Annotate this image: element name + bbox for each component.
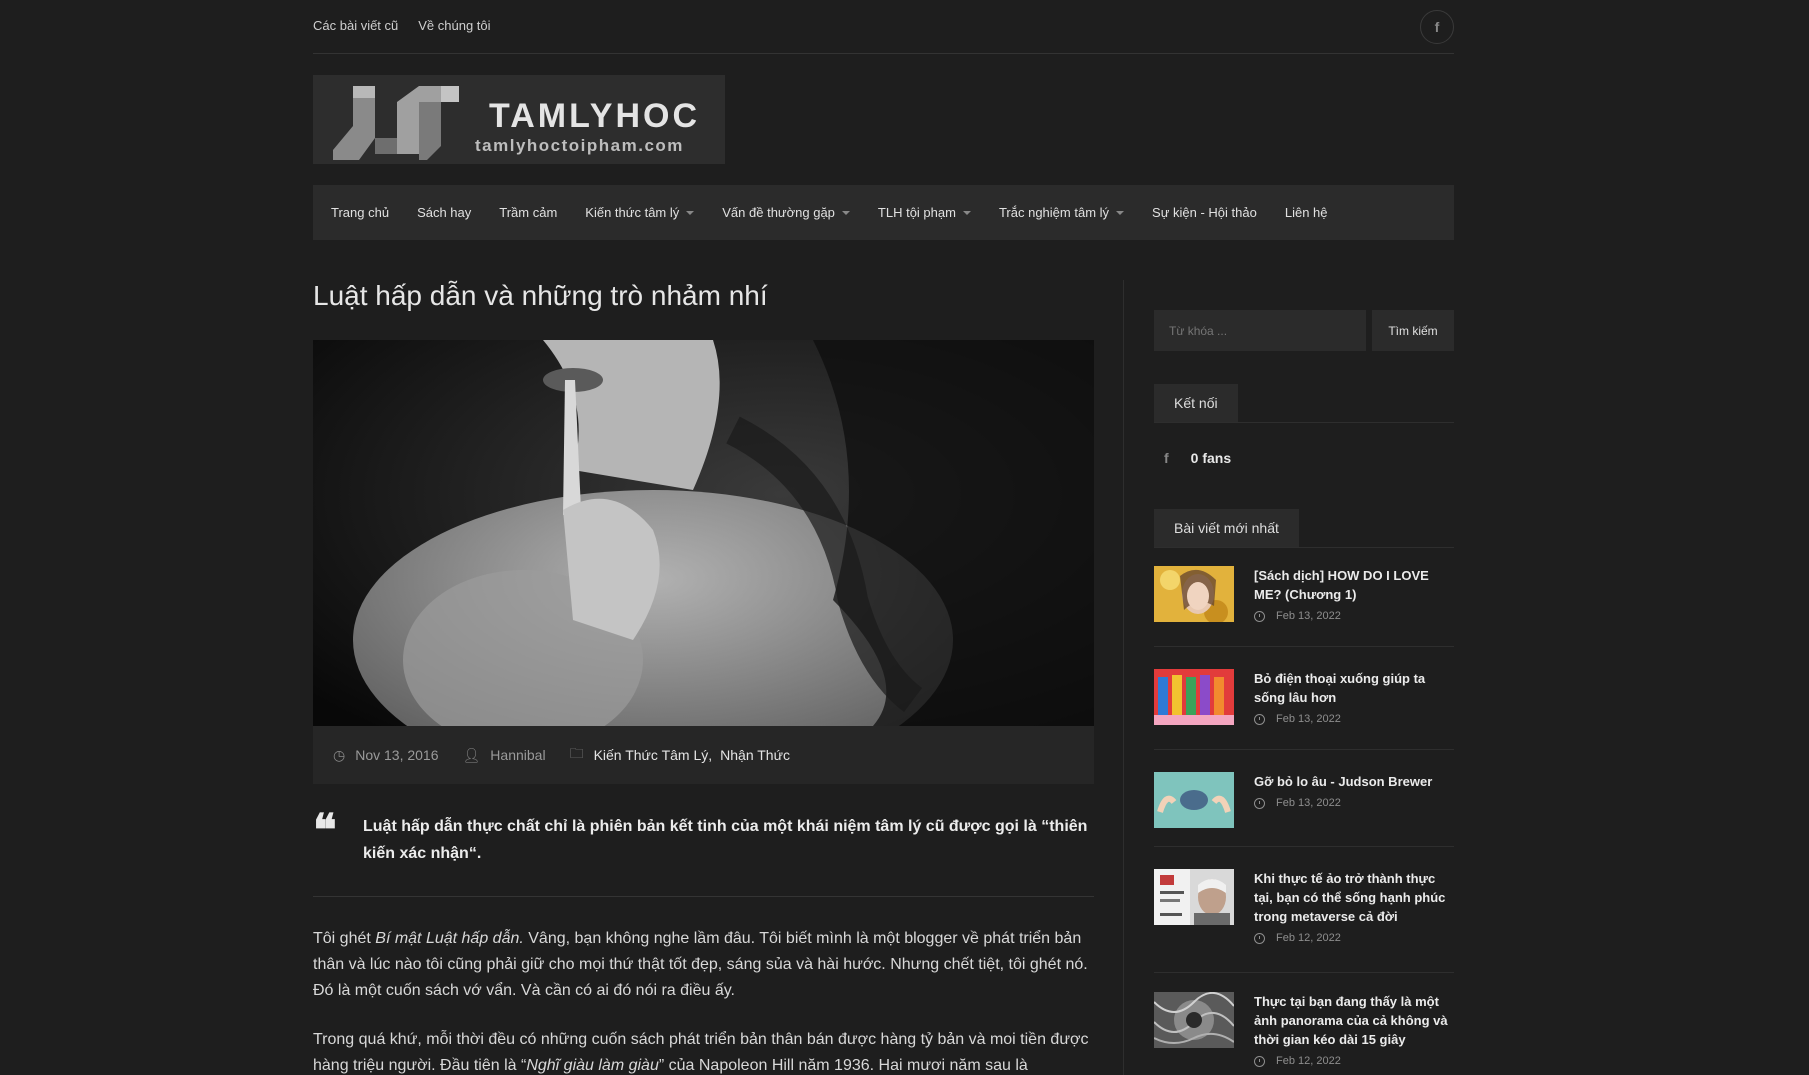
divider (313, 896, 1094, 897)
latest-post-title[interactable]: Gỡ bỏ lo âu - Judson Brewer (1254, 772, 1454, 791)
post-thumbnail[interactable] (1154, 869, 1234, 925)
latest-post-date-text: Feb 13, 2022 (1276, 797, 1341, 809)
search-button[interactable]: Tìm kiếm (1372, 310, 1454, 351)
clock-icon (1254, 797, 1265, 809)
latest-post-date-text: Feb 12, 2022 (1276, 1055, 1341, 1067)
nav-item-label[interactable]: Liên hệ (1285, 205, 1328, 220)
latest-widget-title: Bài viết mới nhất (1154, 509, 1299, 547)
logo-mark-icon (333, 86, 459, 160)
nav-item-label[interactable]: Trang chủ (331, 205, 389, 220)
latest-post-date: Feb 13, 2022 (1254, 797, 1341, 809)
clock-icon (1254, 713, 1265, 725)
nav-item[interactable]: Liên hệ (1285, 205, 1328, 220)
facebook-icon[interactable]: f (1420, 10, 1454, 44)
paragraph-2: Trong quá khứ, mỗi thời đều có những cuố… (313, 1027, 1094, 1075)
post-meta: ◷ Nov 13, 2016 👤︎ Hannibal 🗀 Kiến Thức T… (313, 726, 1094, 784)
post-categories: 🗀 Kiến Thức Tâm Lý, Nhận Thức (570, 743, 790, 767)
nav-item[interactable]: Trắc nghiệm tâm lý (999, 205, 1125, 220)
nav-item[interactable]: Kiến thức tâm lý (585, 205, 695, 220)
nav-item[interactable]: Vấn đề thường gặp (722, 205, 850, 220)
post-thumbnail[interactable] (1154, 669, 1234, 725)
quote-text: Luật hấp dẫn thực chất chỉ là phiên bản … (363, 818, 1088, 862)
widget-underline (1154, 547, 1454, 548)
chevron-down-icon[interactable] (962, 210, 971, 215)
top-link-old-posts[interactable]: Các bài viết cũ (313, 18, 398, 33)
latest-post-date: Feb 12, 2022 (1254, 932, 1341, 944)
nav-item-label[interactable]: Vấn đề thường gặp (722, 205, 835, 220)
paragraph-2-part: ” của Napoleon Hill năm 1936. Hai mươi n… (658, 1057, 1028, 1074)
latest-post-date-text: Feb 12, 2022 (1276, 932, 1341, 944)
list-separator (1154, 972, 1454, 973)
list-separator (1154, 846, 1454, 847)
paragraph-2-emphasis: Nghĩ giàu làm giàu (526, 1057, 659, 1074)
paragraph-1-emphasis: Bí mật Luật hấp dẫn. (375, 930, 524, 947)
nav-item[interactable]: Sách hay (417, 205, 471, 220)
latest-post-title[interactable]: Khi thực tế ảo trở thành thực tại, bạn c… (1254, 869, 1454, 926)
latest-post-title[interactable]: Thực tại bạn đang thấy là một ảnh panora… (1254, 992, 1454, 1049)
search-input[interactable] (1154, 310, 1366, 351)
clock-icon: ◷ (333, 746, 346, 763)
fans-count: 0 fans (1190, 450, 1232, 466)
nav-item-label[interactable]: TLH tội phạm (878, 205, 956, 220)
article: Luật hấp dẫn và những trò nhảm nhí ◷ Nov… (313, 280, 1094, 1074)
latest-post-title[interactable]: Bỏ điện thoại xuống giúp ta sống lâu hơn (1254, 669, 1454, 707)
latest-post-date-text: Feb 13, 2022 (1276, 610, 1341, 622)
top-link-about[interactable]: Về chúng tôi (418, 18, 490, 33)
paragraph-1: Tôi ghét Bí mật Luật hấp dẫn. Vâng, bạn … (313, 926, 1094, 1004)
logo-domain: tamlyhoctoipham.com (475, 136, 684, 155)
post-date-text: Nov 13, 2016 (355, 747, 439, 763)
category-link[interactable]: Nhận Thức (720, 747, 790, 763)
top-links: Các bài viết cũ Về chúng tôi (313, 18, 491, 33)
clock-icon (1254, 610, 1265, 622)
post-title: Luật hấp dẫn và những trò nhảm nhí (313, 280, 768, 311)
latest-post-date: Feb 13, 2022 (1254, 713, 1341, 725)
latest-post-date-text: Feb 13, 2022 (1276, 713, 1341, 725)
logo-name: TAMLYHOC (489, 97, 700, 135)
pull-quote: ❝ Luật hấp dẫn thực chất chỉ là phiên bả… (313, 805, 1094, 877)
facebook-fans[interactable]: f 0 fans (1164, 450, 1231, 466)
featured-image (313, 340, 1094, 726)
connect-widget-title: Kết nối (1154, 384, 1238, 422)
post-thumbnail[interactable] (1154, 566, 1234, 622)
clock-icon (1254, 1055, 1265, 1067)
list-separator (1154, 646, 1454, 647)
chevron-down-icon[interactable] (841, 210, 850, 215)
nav-item[interactable]: TLH tội phạm (878, 205, 971, 220)
nav-item-label[interactable]: Trầm cảm (499, 205, 557, 220)
post-author-text[interactable]: Hannibal (490, 747, 545, 763)
folder-icon: 🗀 (569, 745, 584, 761)
chevron-down-icon[interactable] (1116, 210, 1125, 215)
nav-item-label[interactable]: Sách hay (417, 205, 471, 220)
facebook-icon: f (1164, 450, 1169, 466)
latest-post-title[interactable]: [Sách dịch] HOW DO I LOVE ME? (Chương 1) (1254, 566, 1454, 604)
nav-item-label[interactable]: Sự kiện - Hội thảo (1152, 205, 1257, 220)
clock-icon (1254, 932, 1265, 944)
main-nav: Trang chủ Sách hay Trầm cảm Kiến thức tâm l… (313, 185, 1454, 240)
quote-icon: ❝ (313, 805, 337, 856)
user-icon: 👤︎ (462, 746, 481, 763)
paragraph-1-part: Tôi ghét (313, 930, 376, 947)
nav-item-label[interactable]: Trắc nghiệm tâm lý (999, 205, 1109, 220)
nav-item-label[interactable]: Kiến thức tâm lý (585, 205, 679, 220)
nav-item[interactable]: Trầm cảm (499, 205, 557, 220)
post-thumbnail[interactable] (1154, 992, 1234, 1048)
post-date: ◷ Nov 13, 2016 (333, 747, 439, 764)
chevron-down-icon[interactable] (686, 210, 695, 215)
post-thumbnail[interactable] (1154, 772, 1234, 828)
nav-item[interactable]: Sự kiện - Hội thảo (1152, 205, 1257, 220)
latest-post-date: Feb 12, 2022 (1254, 1055, 1341, 1067)
category-link[interactable]: Kiến Thức Tâm Lý (594, 747, 709, 763)
widget-underline (1154, 422, 1454, 423)
nav-item[interactable]: Trang chủ (331, 205, 389, 220)
latest-post-date: Feb 13, 2022 (1254, 610, 1341, 622)
post-author[interactable]: 👤︎ Hannibal (463, 747, 546, 764)
sidebar-divider (1123, 280, 1124, 1075)
category-separator: , (708, 747, 713, 763)
page-wrapper: Các bài viết cũ Về chúng tôi f TAMLYHOC … (313, 0, 1454, 1075)
list-separator (1154, 749, 1454, 750)
site-logo[interactable]: TAMLYHOC tamlyhoctoipham.com (313, 75, 725, 164)
top-bar: Các bài viết cũ Về chúng tôi f (313, 0, 1454, 54)
